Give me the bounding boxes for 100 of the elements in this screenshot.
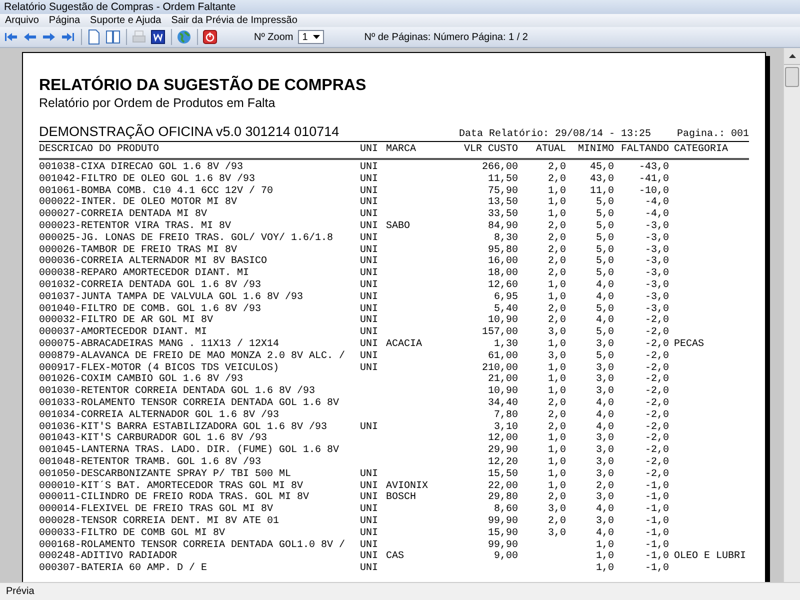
minimum-cell-text: 3,0 [594, 374, 614, 386]
stock-cell-text: 1,0 [546, 197, 566, 209]
product-cell-text: 000036-CORREIA ALTERNADOR MI 8V BASICO [39, 256, 268, 268]
caret-icon[interactable] [313, 35, 320, 39]
stock-cell-text: 2,0 [546, 315, 566, 327]
globe-icon[interactable] [175, 28, 193, 46]
missing-cell-text: -2,0 [644, 433, 669, 445]
cost-cell-text: 8,30 [492, 232, 518, 245]
stock-cell-text: 3,0 [546, 504, 566, 516]
stock-cell-text: 3,0 [546, 528, 566, 540]
product-cell-text: 001033-ROLAMENTO TENSOR CORREIA DENTADA GOL 1.6 8V [39, 398, 340, 410]
company-name: DEMONSTRAÇÃO OFICINA v5.0 301214 010714 [39, 124, 340, 139]
product-cell-text: 001034-CORREIA ALTERNADOR GOL 1.6 8V /93 [39, 410, 280, 422]
minimum-cell-text: 3,0 [594, 338, 614, 351]
vertical-scrollbar[interactable] [783, 48, 800, 582]
two-pages-icon[interactable] [104, 28, 122, 46]
product-cell-text: 000168-ROLAMENTO TENSOR CORREIA DENTADA GOL1.0 8V / [39, 540, 346, 551]
stock-cell-text: 2,0 [546, 256, 566, 268]
missing-cell-text: -1,0 [644, 551, 669, 563]
menu-item[interactable]: Suporte e Ajuda [90, 15, 162, 26]
product-cell-text: 001040-FILTRO DE COMB. GOL 1.6 8V /93 [39, 304, 262, 315]
menu-item[interactable]: Arquivo [5, 15, 39, 26]
stock-cell-text: 2,0 [546, 220, 566, 233]
cost-cell-text: 6,95 [492, 292, 518, 304]
brand-cell-text: BOSCH [386, 492, 418, 504]
unit-cell-text: UNI [360, 280, 380, 292]
scrollbar-thumb[interactable] [785, 67, 799, 87]
menu-item[interactable]: Página [48, 15, 80, 26]
cost-cell-text: 10,90 [486, 315, 518, 327]
column-header: ATUAL [534, 144, 566, 155]
product-cell-text: 000025-JG. LONAS DE FREIO TRAS. GOL/ VOY/ 1.6/1.8 [39, 232, 334, 245]
stock-cell-text: 2,0 [546, 232, 566, 245]
report-title: RELATÓRIO DA SUGESTÃO DE COMPRAS [39, 77, 368, 95]
cost-cell-text: 10,90 [486, 386, 518, 398]
stock-cell-text: 1,0 [546, 292, 566, 304]
cost-cell-text: 15,90 [486, 528, 518, 540]
stock-cell-text: 1,0 [546, 209, 566, 221]
cost-cell-text: 1,30 [492, 338, 518, 351]
missing-cell-text: -43,0 [638, 162, 669, 174]
column-header: DESCRICAO DO PRODUTO [39, 144, 160, 155]
missing-cell-text: -2,0 [644, 398, 669, 410]
cost-cell-text: 157,00 [480, 327, 518, 339]
cost-cell-text: 29,80 [486, 492, 518, 504]
brand-cell-text: CAS [386, 551, 406, 564]
unit-cell-text: UNI [360, 516, 380, 528]
menu-item[interactable]: Sair da Prévia de Impressão [171, 15, 298, 26]
missing-cell-text: -1,0 [644, 516, 669, 528]
unit-cell-text: UNI [360, 220, 380, 233]
minimum-cell-text: 5,0 [594, 256, 614, 268]
minimum-cell-text: 4,0 [594, 292, 614, 304]
cost-cell-text: 99,90 [486, 540, 518, 551]
missing-cell-text: -3,0 [644, 304, 669, 315]
product-cell-text: 001061-BOMBA COMB. C10 4.1 6CC 12V / 70 [39, 186, 274, 197]
product-cell-text: 001030-RETENTOR CORREIA DENTADA GOL 1.6 8V /93 [39, 386, 316, 398]
missing-cell-text: -1,0 [644, 540, 669, 551]
stock-cell-text: 1,0 [546, 386, 566, 398]
product-cell-text: 000011-CILINDRO DE FREIO RODA TRAS. GOL MI 8V [39, 492, 310, 504]
page-number: Pagina.: 001 [676, 129, 749, 140]
scroll-up-icon[interactable] [788, 54, 796, 58]
missing-cell-text: -1,0 [644, 480, 669, 492]
unit-cell-text: UNI [360, 292, 380, 304]
status-text: Prévia [6, 586, 34, 597]
minimum-cell-text: 3,0 [594, 456, 614, 469]
missing-cell-text: -3,0 [644, 292, 669, 304]
missing-cell-text: -3,0 [644, 280, 669, 292]
power-icon[interactable] [201, 28, 219, 46]
missing-cell-text: -2,0 [644, 338, 669, 351]
minimum-cell-text: 5,0 [594, 327, 614, 339]
missing-cell-text: -2,0 [644, 315, 669, 327]
missing-cell-text: -2,0 [644, 386, 669, 398]
unit-cell-text: UNI [360, 232, 380, 245]
product-cell-text: 000022-INTER. DE OLEO MOTOR MI 8V [39, 197, 238, 209]
product-cell-text: 000026-TAMBOR DE FREIO TRAS MI 8V [39, 244, 238, 256]
product-cell-text: 000014-FLEXIVEL DE FREIO TRAS GOL MI 8V [39, 504, 274, 516]
missing-cell-text: -2,0 [644, 374, 669, 386]
word-document-icon[interactable] [149, 28, 167, 46]
missing-cell-text: -1,0 [644, 528, 669, 540]
unit-cell-text: UNI [360, 350, 380, 363]
stock-cell-text: 2,0 [546, 422, 566, 433]
missing-cell-text: -3,0 [644, 268, 669, 280]
cost-cell-text: 75,90 [486, 186, 518, 197]
minimum-cell-text: 5,0 [594, 268, 614, 280]
unit-cell-text: UNI [360, 186, 380, 197]
unit-cell-text: UNI [360, 268, 380, 280]
unit-cell-text: UNI [360, 480, 380, 492]
minimum-cell-text: 4,0 [594, 315, 614, 327]
minimum-cell-text: 3,0 [594, 433, 614, 445]
missing-cell-text: -1,0 [644, 492, 669, 504]
minimum-cell-text: 4,0 [594, 398, 614, 410]
product-cell-text: 001026-COXIM CAMBIO GOL 1.6 8V /93 [39, 374, 244, 386]
missing-cell-text: -4,0 [644, 197, 669, 209]
report-date: Data Relatório: 29/08/14 - 13:25 [458, 129, 651, 140]
stock-cell-text: 1,0 [546, 445, 566, 457]
minimum-cell-text: 3,0 [594, 362, 614, 374]
missing-cell-text: -2,0 [644, 350, 669, 363]
missing-cell-text: -3,0 [644, 220, 669, 233]
minimum-cell-text: 1,0 [594, 563, 614, 575]
zoom-dropdown[interactable]: 1 [298, 30, 324, 44]
missing-cell-text: -3,0 [644, 244, 669, 256]
cost-cell-text: 12,60 [486, 280, 518, 292]
